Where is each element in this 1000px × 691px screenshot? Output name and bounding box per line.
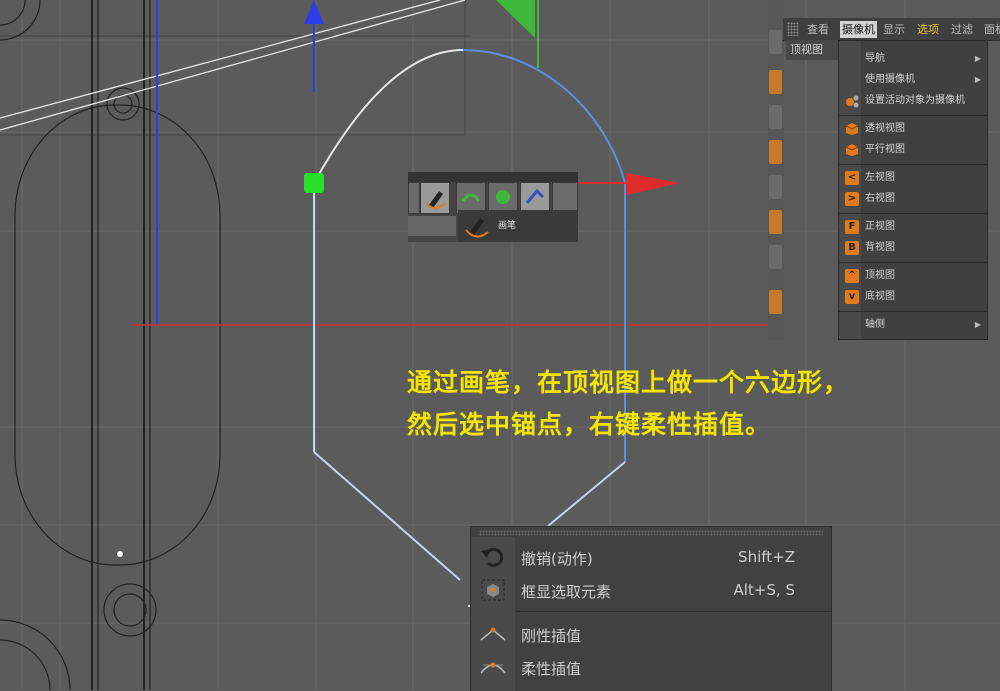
- pen-tool-button[interactable]: [420, 182, 450, 214]
- left-view-icon: <: [845, 171, 859, 185]
- top-view-icon: ^: [845, 269, 859, 283]
- undo-icon: [479, 545, 507, 569]
- menu-item-bottom-view[interactable]: v 底视图: [839, 287, 987, 307]
- tab-filter[interactable]: 过滤: [951, 21, 973, 38]
- submenu-arrow-icon: ▶: [974, 75, 981, 84]
- tool-button[interactable]: [408, 182, 420, 214]
- tool-button[interactable]: [769, 245, 782, 269]
- tool-button[interactable]: [769, 290, 782, 314]
- menu-item-soft-interpolation[interactable]: 柔性插值: [471, 651, 831, 683]
- menu-item-frame-selected[interactable]: 框显选取元素 Alt+S, S: [471, 574, 831, 606]
- instruction-line-2: 然后选中锚点，右键柔性插值。: [407, 410, 772, 439]
- camera-dropdown-menu: 导航 ▶ 使用摄像机 ▶ 设置活动对象为摄像机 透视视图 平行视图 < 左视图 > …: [838, 40, 988, 340]
- menu-item-top-view[interactable]: ^ 顶视图: [839, 266, 987, 286]
- menu-item-use-camera[interactable]: 使用摄像机 ▶: [839, 70, 987, 90]
- menu-item-hard-interpolation[interactable]: 刚性插值: [471, 618, 831, 650]
- menu-item-right-view[interactable]: > 右视图: [839, 189, 987, 209]
- pen-tool-tooltip: 画笔: [458, 210, 578, 242]
- wireframe-objects: [0, 0, 221, 690]
- front-view-icon: F: [845, 220, 859, 234]
- submenu-arrow-icon: ▶: [974, 320, 981, 329]
- tool-button[interactable]: [769, 140, 782, 164]
- undo-shortcut: Shift+Z: [738, 548, 795, 566]
- view-name-label: 顶视图: [786, 40, 842, 60]
- tool-button[interactable]: [769, 30, 782, 54]
- tab-panel[interactable]: 面板: [984, 21, 1000, 38]
- spline-arc-icon: [525, 188, 545, 204]
- camera-menu-panel: 查看 摄像机 显示 选项 过滤 面板 顶视图 导航▶ 使用摄像机▶ 设置活动对象…: [768, 0, 1000, 340]
- bottom-view-icon: v: [845, 290, 859, 304]
- hexagon-spline[interactable]: [313, 49, 626, 581]
- instruction-line-1: 通过画笔，在顶视图上做一个六边形，: [407, 368, 850, 397]
- tab-options[interactable]: 选项: [917, 21, 939, 38]
- menu-item-navigate[interactable]: 导航 ▶: [839, 49, 987, 69]
- camera-dots-icon: [845, 94, 859, 108]
- tool-button[interactable]: [769, 70, 782, 94]
- menu-item-axonometric[interactable]: 轴侧 ▶: [839, 315, 987, 335]
- submenu-arrow-icon: ▶: [974, 54, 981, 63]
- tool-button[interactable]: [769, 210, 782, 234]
- gizmo-x-arrow-icon[interactable]: [626, 173, 680, 195]
- pen-icon: [465, 218, 489, 238]
- menu-item-parallel[interactable]: 平行视图: [839, 140, 987, 160]
- menu-item-back-view[interactable]: B 背视图: [839, 238, 987, 258]
- gizmo-z-arrow-icon[interactable]: [496, 0, 535, 38]
- parallel-cube-icon: [845, 143, 859, 157]
- drag-grip-icon[interactable]: [479, 530, 823, 536]
- instruction-text: 通过画笔，在顶视图上做一个六边形， 然后选中锚点，右键柔性插值。: [407, 362, 967, 446]
- smooth-icon: [496, 190, 510, 204]
- frame-selected-shortcut: Alt+S, S: [733, 581, 795, 599]
- viewport-menu-bar: 查看 摄像机 显示 选项 过滤 面板: [783, 18, 1000, 41]
- tool-button[interactable]: [769, 105, 782, 129]
- tab-view[interactable]: 查看: [807, 21, 829, 38]
- pen-tool-label: 画笔: [498, 221, 517, 231]
- menu-item-set-active-camera[interactable]: 设置活动对象为摄像机: [839, 91, 987, 111]
- spline-tool-popup: 画笔: [408, 172, 578, 242]
- menu-item-left-view[interactable]: < 左视图: [839, 168, 987, 188]
- soft-interpolation-icon: [479, 655, 507, 679]
- menu-item-front-view[interactable]: F 正视图: [839, 217, 987, 237]
- tab-camera[interactable]: 摄像机: [840, 21, 877, 38]
- tool-button[interactable]: [769, 175, 782, 199]
- sketch-icon: [461, 193, 481, 202]
- selected-anchor-point[interactable]: [304, 173, 324, 193]
- left-toolbar-strip: [768, 0, 784, 340]
- back-view-icon: B: [845, 241, 859, 255]
- context-menu: 撤销(动作) Shift+Z 框显选取元素 Alt+S, S 刚性插值 柔性插值: [470, 526, 832, 691]
- drag-grip-icon[interactable]: [787, 22, 799, 36]
- menu-item-perspective[interactable]: 透视视图: [839, 119, 987, 139]
- frame-selected-icon: [479, 578, 507, 602]
- right-view-icon: >: [845, 192, 859, 206]
- perspective-cube-icon: [845, 122, 859, 136]
- guide-lines: [0, 0, 466, 131]
- menu-item-undo[interactable]: 撤销(动作) Shift+Z: [471, 541, 831, 573]
- tab-display[interactable]: 显示: [883, 21, 905, 38]
- pen-icon: [425, 191, 446, 209]
- hard-interpolation-icon: [479, 622, 507, 646]
- gizmo-y-arrow-icon[interactable]: [304, 0, 324, 24]
